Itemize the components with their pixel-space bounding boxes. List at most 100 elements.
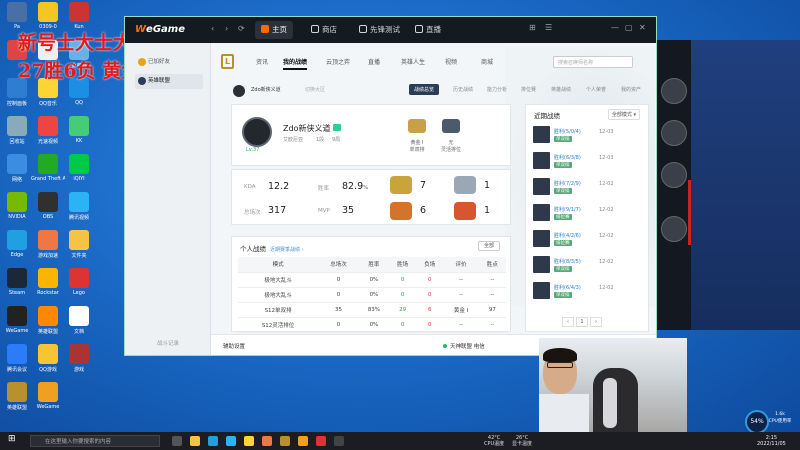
table-row[interactable]: S12灵活排位 0 0% 0 0 -- -- <box>238 317 506 333</box>
desktop-icon[interactable]: QQ游戏 <box>33 344 63 373</box>
desktop-icon[interactable]: 网络 <box>2 154 32 183</box>
tab-news[interactable]: 资讯 <box>256 57 268 66</box>
taskbar-search-input[interactable]: 在这里输入你要搜索的内容 <box>30 435 160 447</box>
desktop-icon[interactable]: Rockstar <box>33 268 63 296</box>
tab-tft[interactable]: 云顶之弈 <box>326 57 350 66</box>
desktop-icon[interactable]: Edge <box>2 230 32 258</box>
match-row[interactable]: 胜利(8/3/5) 单双排 12-02 <box>533 255 645 277</box>
desktop-icon[interactable]: 光速视频 <box>33 116 63 145</box>
table-cell: 83% <box>358 302 390 318</box>
prev-page-button[interactable]: ‹ <box>562 317 574 327</box>
desktop-icon[interactable]: Kun <box>64 2 94 30</box>
tab-video[interactable]: 视频 <box>445 57 457 66</box>
match-row[interactable]: 胜利(4/2/6) 排位赛 12-02 <box>533 229 645 251</box>
desktop-icon[interactable]: 英雄联盟 <box>33 306 63 335</box>
desktop-icon[interactable]: 游戏 <box>64 344 94 373</box>
edge-icon[interactable] <box>208 436 218 446</box>
desktop-icon[interactable]: 英雄联盟 <box>2 382 32 411</box>
tab-ability[interactable]: 能力分析 <box>487 86 507 93</box>
lol-taskbar-icon[interactable] <box>280 436 290 446</box>
sidebar-footer[interactable]: 战斗记录 <box>125 339 211 347</box>
task-view-icon[interactable] <box>172 436 182 446</box>
gamepad-icon[interactable]: ⊞ <box>529 23 536 32</box>
match-row[interactable]: 胜利(5/0/4) 单双排 12-03 <box>533 125 645 147</box>
menu-icon[interactable]: ☰ <box>545 23 552 32</box>
match-date: 12-02 <box>599 259 614 265</box>
sidebar-item-lol[interactable]: 英雄联盟 <box>135 74 203 89</box>
live-icon <box>415 25 423 33</box>
record-filter-select[interactable]: 全部 <box>478 241 500 251</box>
flex-rank-label: 无 <box>448 140 454 146</box>
desktop-icon[interactable]: Steam <box>2 268 32 296</box>
tab-store[interactable]: 商店 <box>305 21 343 39</box>
sidebar-item-friends[interactable]: 已加好友 <box>135 55 203 70</box>
game-icon[interactable] <box>262 436 272 446</box>
tab-ranked[interactable]: 排位赛 <box>521 86 536 93</box>
tab-home[interactable]: 主页 <box>255 21 293 39</box>
tab-live[interactable]: 直播 <box>409 21 447 39</box>
match-row[interactable]: 胜利(6/4/3) 单双排 12-02 <box>533 281 645 303</box>
explorer-icon[interactable] <box>190 436 200 446</box>
tab-mall[interactable]: 商城 <box>481 57 493 66</box>
desktop-icon[interactable]: WeGame <box>2 306 32 334</box>
season-link[interactable]: 近期赛季战绩 › <box>270 247 304 253</box>
table-row[interactable]: S12单双排 35 83% 29 6 黄金 I 97 <box>238 302 506 318</box>
match-result: 胜利(6/4/3) <box>554 285 581 291</box>
qq-music-icon[interactable] <box>244 436 254 446</box>
desktop-icon[interactable]: 回收站 <box>2 116 32 145</box>
friend-avatar[interactable] <box>661 162 687 188</box>
next-page-button[interactable]: › <box>590 317 602 327</box>
tab-assets[interactable]: 我的资产 <box>621 86 641 93</box>
maximize-button[interactable]: ▢ <box>625 23 633 32</box>
summoner-search-input[interactable]: 搜索召唤师名称 <box>553 56 633 68</box>
desktop-icon[interactable]: NVIDIA <box>2 192 32 220</box>
desktop-icon[interactable]: 文档 <box>64 306 94 335</box>
tab-my-record[interactable]: 我的战绩 <box>283 57 308 70</box>
tab-overview[interactable]: 战绩总览 <box>409 84 440 95</box>
match-row[interactable]: 胜利(7/2/9) 单双排 12-02 <box>533 177 645 199</box>
refresh-icon[interactable]: ⟳ <box>238 24 245 33</box>
switch-region-link[interactable]: 切换大区 <box>305 86 325 93</box>
tab-history[interactable]: 历史战绩 <box>453 86 473 93</box>
recent-mode-select[interactable]: 全部模式 ▾ <box>607 109 640 120</box>
cpu-temp: 42°C CPU温度 <box>484 435 505 447</box>
table-row[interactable]: 极地大乱斗 0 0% 0 0 -- -- <box>238 287 506 303</box>
desktop-icon[interactable]: Grand Theft Auto V <box>31 154 65 182</box>
page-number[interactable]: 1 <box>576 317 588 327</box>
desktop-icon[interactable]: Pa <box>2 2 32 30</box>
assist-settings[interactable]: 辅助设置 <box>223 342 245 350</box>
start-icon[interactable]: ⊞ <box>8 434 18 444</box>
desktop-icon[interactable]: OBS <box>33 192 63 220</box>
forward-icon[interactable]: › <box>225 24 228 33</box>
tab-stream[interactable]: 直播 <box>368 57 380 66</box>
video-icon[interactable] <box>226 436 236 446</box>
match-row[interactable]: 胜利(9/1/7) 排位赛 12-02 <box>533 203 645 225</box>
friend-avatar[interactable] <box>661 216 687 242</box>
sidebar: 已加好友 英雄联盟 战斗记录 <box>125 43 211 355</box>
app-icon[interactable] <box>316 436 326 446</box>
desktop-icon[interactable]: 0309-0 <box>33 2 63 30</box>
desktop-icon[interactable]: iQIYI <box>64 154 94 182</box>
tab-hero-life[interactable]: 英雄人生 <box>401 57 425 66</box>
friend-avatar[interactable] <box>661 78 687 104</box>
match-row[interactable]: 胜利(6/3/8) 单双排 12-03 <box>533 151 645 173</box>
back-icon[interactable]: ‹ <box>211 24 214 33</box>
desktop-icon[interactable]: Lego <box>64 268 94 296</box>
tab-pioneer-test[interactable]: 先锋测试 <box>353 21 406 39</box>
tab-honor[interactable]: 个人荣誉 <box>586 86 606 93</box>
desktop-icon[interactable]: WeGame <box>33 382 63 410</box>
desktop-icon[interactable]: 腾讯视频 <box>64 192 94 221</box>
close-button[interactable]: ✕ <box>639 23 646 32</box>
friend-avatar[interactable] <box>661 120 687 146</box>
wegame-taskbar-icon[interactable] <box>298 436 308 446</box>
tab-hero-record[interactable]: 英雄战绩 <box>551 86 571 93</box>
desktop-icon[interactable]: 腾讯会议 <box>2 344 32 373</box>
desktop-icon-label: Lego <box>72 290 85 296</box>
desktop-icon[interactable]: KK <box>64 116 94 144</box>
clock[interactable]: 2:15 2022/11/05 <box>757 435 786 447</box>
table-row[interactable]: 极地大乱斗 0 0% 0 0 -- -- <box>238 272 506 288</box>
desktop-icon[interactable]: 游戏加速 <box>33 230 63 259</box>
app-icon[interactable] <box>334 436 344 446</box>
minimize-button[interactable]: — <box>611 23 619 32</box>
desktop-icon[interactable]: 文件夹 <box>64 230 94 259</box>
